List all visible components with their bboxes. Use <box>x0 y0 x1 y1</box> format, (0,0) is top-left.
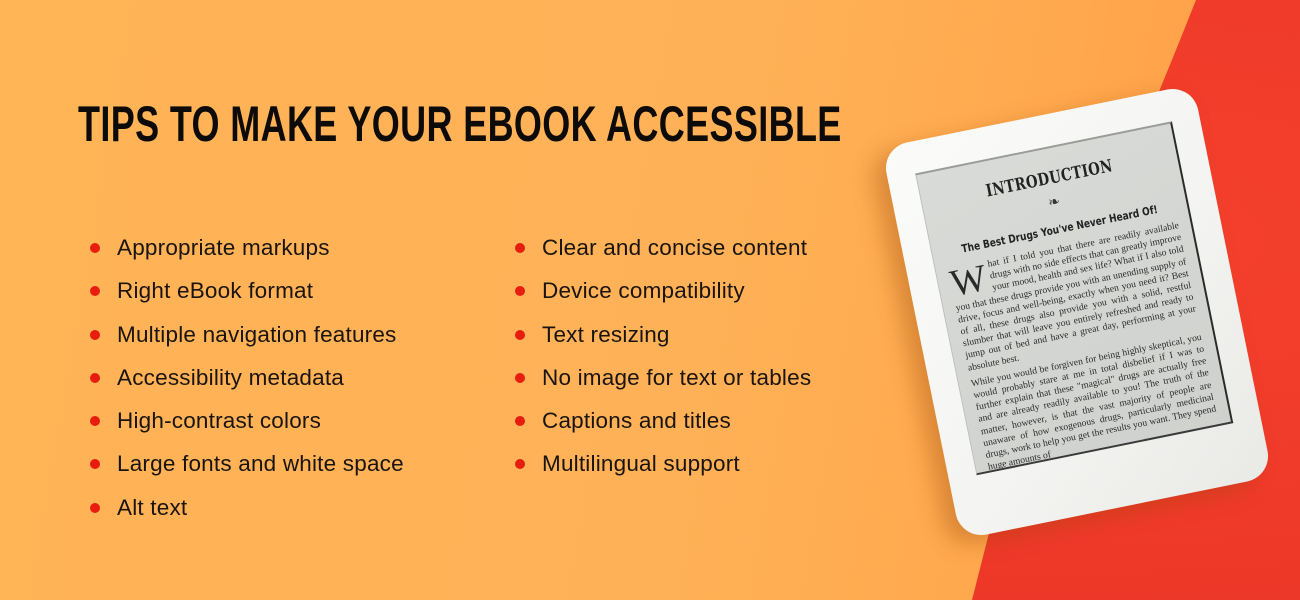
bullet-icon <box>515 329 525 340</box>
bullet-icon <box>515 459 525 470</box>
list-item: No image for text or tables <box>513 356 811 399</box>
list-item: Appropriate markups <box>88 226 404 269</box>
list-item: Accessibility metadata <box>88 356 404 399</box>
tip-label: Multiple navigation features <box>117 321 397 347</box>
tip-label: Multilingual support <box>542 451 740 477</box>
bullet-icon <box>90 329 100 340</box>
bullet-icon <box>515 372 525 383</box>
list-item: Alt text <box>88 486 404 529</box>
bullet-icon <box>90 502 100 513</box>
bullet-icon <box>90 243 100 253</box>
tip-label: Alt text <box>117 494 188 520</box>
page-title: TIPS TO MAKE YOUR EBOOK ACCESSIBLE <box>78 96 842 152</box>
drop-cap: W <box>946 256 991 306</box>
tip-label: Large fonts and white space <box>117 451 404 477</box>
list-item: Multiple navigation features <box>88 313 404 356</box>
list-item: Device compatibility <box>513 269 811 312</box>
tip-label: Captions and titles <box>542 408 731 434</box>
bullet-icon <box>90 286 100 297</box>
bullet-icon <box>515 243 525 253</box>
list-item: Captions and titles <box>513 399 811 442</box>
bullet-icon <box>90 372 100 383</box>
list-item: Right eBook format <box>88 269 404 312</box>
tip-label: Accessibility metadata <box>117 364 344 390</box>
tip-label: No image for text or tables <box>542 364 812 390</box>
tip-label: Clear and concise content <box>542 235 808 260</box>
bullet-icon <box>515 286 525 297</box>
list-item: Text resizing <box>513 313 811 356</box>
list-item: Clear and concise content <box>513 226 811 269</box>
tip-label: Right eBook format <box>117 278 314 304</box>
bullet-icon <box>515 416 525 427</box>
tips-list-left: Appropriate markups Right eBook format M… <box>88 226 404 529</box>
tip-label: High-contrast colors <box>117 408 322 434</box>
list-item: Large fonts and white space <box>88 442 404 485</box>
tip-label: Appropriate markups <box>117 235 330 260</box>
list-item: Multilingual support <box>513 442 811 485</box>
bullet-icon <box>90 459 100 470</box>
tips-list-right: Clear and concise content Device compati… <box>513 226 811 486</box>
tip-label: Text resizing <box>542 321 670 347</box>
bullet-icon <box>90 416 100 427</box>
list-item: High-contrast colors <box>88 399 404 442</box>
tip-label: Device compatibility <box>542 278 745 304</box>
